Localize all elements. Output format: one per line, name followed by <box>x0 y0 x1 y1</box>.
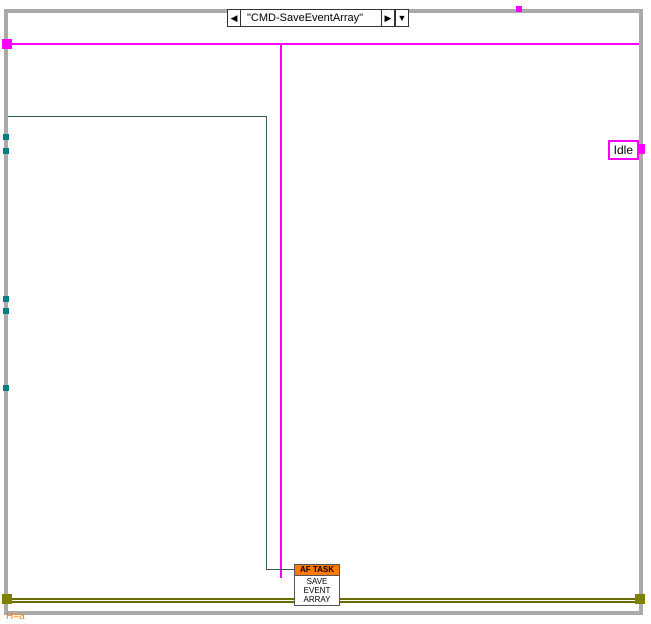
case-selector: ◀ "CMD-SaveEventArray" ▶ ▼ <box>227 9 409 27</box>
subvi-body: SAVE EVENT ARRAY <box>294 575 340 606</box>
subvi-line3: ARRAY <box>295 595 339 604</box>
green-wire-v <box>266 116 267 569</box>
subvi-save-event-array[interactable]: AF TASK SAVE EVENT ARRAY <box>294 564 340 606</box>
subvi-header: AF TASK <box>294 564 340 575</box>
magenta-wire-vert <box>280 43 282 578</box>
triangle-right-icon: ▶ <box>385 14 392 23</box>
enum-constant-idle[interactable]: Idle <box>608 140 639 160</box>
tunnel-left-olive <box>2 594 12 604</box>
case-next-button[interactable]: ▶ <box>381 9 395 27</box>
annotation-bottom-left: H=a <box>6 611 25 622</box>
tunnel-left-small-1 <box>3 134 9 140</box>
subvi-line2: EVENT <box>295 586 339 595</box>
case-structure[interactable]: ◀ "CMD-SaveEventArray" ▶ ▼ <box>4 9 643 615</box>
subvi-line1: SAVE <box>295 577 339 586</box>
case-prev-button[interactable]: ◀ <box>227 9 241 27</box>
enum-constant-label: Idle <box>614 143 633 157</box>
magenta-wire-top <box>8 43 639 45</box>
triangle-down-icon: ▼ <box>398 14 407 23</box>
tunnel-top-magenta <box>516 6 522 12</box>
case-menu-button[interactable]: ▼ <box>395 9 409 27</box>
tunnel-right-olive <box>635 594 645 604</box>
tunnel-left-small-2 <box>3 148 9 154</box>
case-selector-text[interactable]: "CMD-SaveEventArray" <box>241 9 381 27</box>
tunnel-left-small-5 <box>3 385 9 391</box>
green-wire-to-subvi <box>266 569 296 570</box>
green-wire-h <box>8 116 266 117</box>
tunnel-left-small-3 <box>3 296 9 302</box>
tunnel-left-small-4 <box>3 308 9 314</box>
labview-block-diagram: ◀ "CMD-SaveEventArray" ▶ ▼ <box>0 0 651 624</box>
triangle-left-icon: ◀ <box>231 14 238 23</box>
tunnel-left-magenta <box>2 39 12 49</box>
